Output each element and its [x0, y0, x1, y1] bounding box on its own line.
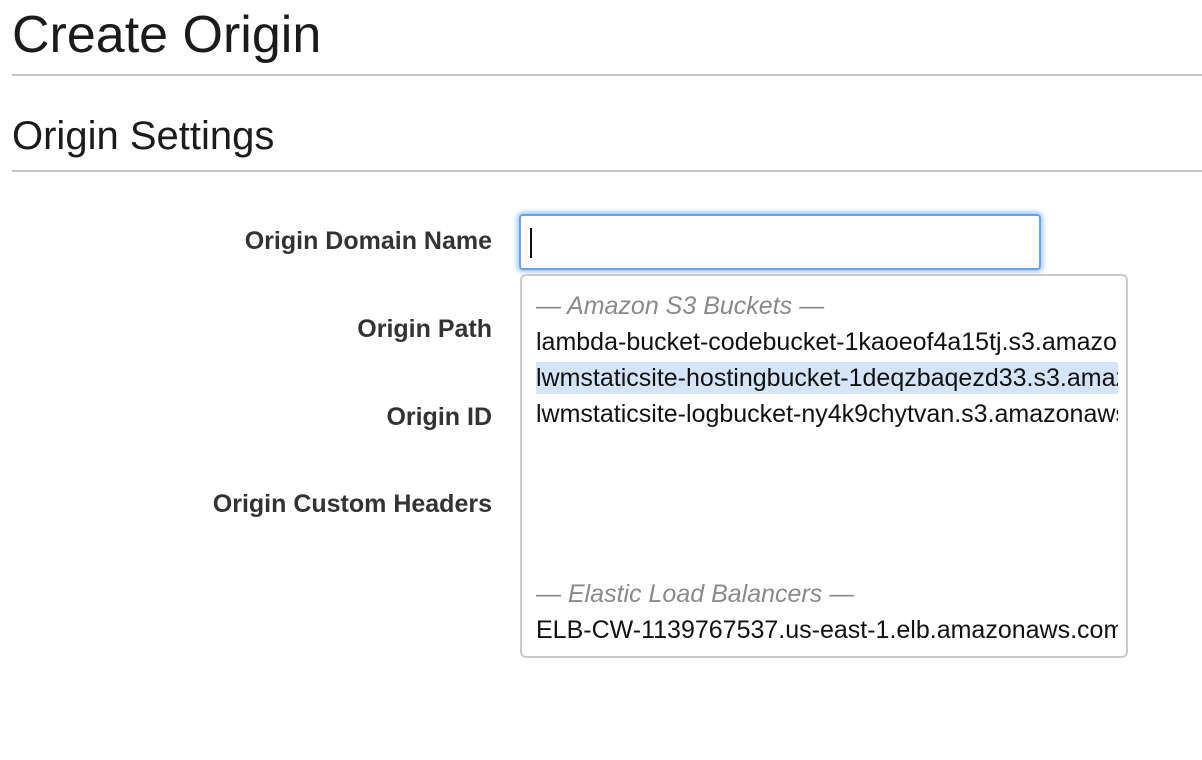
dropdown-option-lambda-codebucket[interactable]: lambda-bucket-codebucket-1kaoeof4a15tj.s… — [536, 326, 1118, 358]
section-divider — [12, 170, 1202, 172]
title-divider — [12, 74, 1202, 76]
origin-custom-headers-label: Origin Custom Headers — [212, 490, 492, 518]
section-title: Origin Settings — [12, 114, 275, 158]
create-origin-page: Create Origin Origin Settings Origin Dom… — [0, 0, 1202, 760]
page-title: Create Origin — [12, 6, 322, 64]
dropdown-group-elastic-load-balancers: — Elastic Load Balancers — — [536, 580, 855, 608]
origin-domain-suggestions-dropdown[interactable]: — Amazon S3 Buckets — lambda-bucket-code… — [520, 274, 1128, 658]
dropdown-option-elb-cw[interactable]: ELB-CW-1139767537.us-east-1.elb.amazonaw… — [536, 614, 1118, 646]
text-caret — [530, 228, 532, 258]
origin-domain-name-label: Origin Domain Name — [244, 227, 492, 255]
origin-id-label: Origin ID — [386, 403, 492, 431]
dropdown-list: — Amazon S3 Buckets — lambda-bucket-code… — [536, 276, 1118, 656]
dropdown-option-logbucket[interactable]: lwmstaticsite-logbucket-ny4k9chytvan.s3.… — [536, 398, 1118, 430]
dropdown-option-hostingbucket[interactable]: lwmstaticsite-hostingbucket-1deqzbaqezd3… — [536, 362, 1118, 394]
origin-domain-name-input[interactable] — [519, 214, 1041, 270]
dropdown-group-s3-buckets: — Amazon S3 Buckets — — [536, 292, 825, 320]
origin-path-label: Origin Path — [357, 315, 492, 343]
